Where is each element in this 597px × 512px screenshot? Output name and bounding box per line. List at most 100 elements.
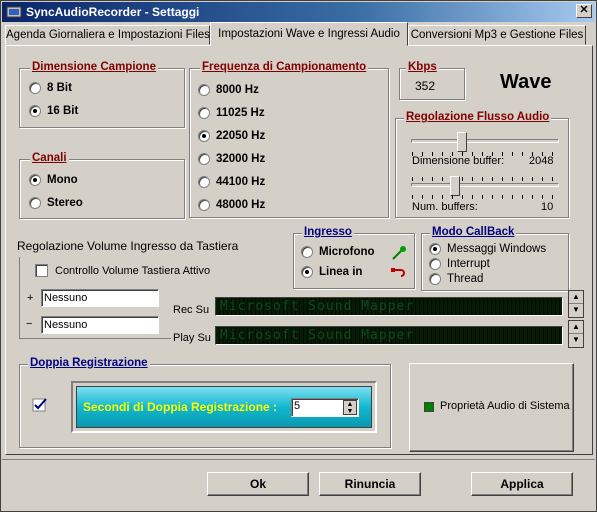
legend-callback: Modo CallBack	[430, 226, 517, 238]
radio-8000hz[interactable]: 8000 Hz	[198, 84, 259, 96]
radio-44100hz[interactable]: 44100 Hz	[198, 176, 265, 188]
radio-button[interactable]	[29, 197, 41, 209]
buffer-size-value: 2048	[529, 155, 554, 167]
apply-button[interactable]: Applica	[471, 472, 573, 496]
radio-linea-in[interactable]: Linea in	[301, 266, 362, 278]
app-icon	[6, 6, 22, 18]
play-device-spinner[interactable]: ▲ ▼	[568, 320, 584, 348]
radio-label: Interrupt	[447, 258, 490, 270]
volume-keyboard-checkbox[interactable]	[35, 264, 48, 277]
radio-48000hz[interactable]: 48000 Hz	[198, 199, 265, 211]
radio-mono[interactable]: Mono	[29, 174, 78, 186]
radio-16bit[interactable]: 16 Bit	[29, 105, 78, 117]
radio-32000hz[interactable]: 32000 Hz	[198, 153, 265, 165]
tab-conversioni-mp3[interactable]: Conversioni Mp3 e Gestione Files	[408, 25, 586, 45]
play-device-label: Play Su	[173, 332, 211, 344]
radio-button[interactable]	[198, 176, 210, 188]
rec-device-spinner[interactable]: ▲ ▼	[568, 290, 584, 318]
radio-label: Stereo	[47, 197, 83, 209]
radio-thread[interactable]: Thread	[429, 273, 483, 285]
radio-label: Messaggi Windows	[447, 243, 547, 255]
rec-device-up-arrow-icon[interactable]: ▲	[569, 291, 583, 304]
num-buffers-slider-thumb[interactable]	[450, 176, 460, 196]
radio-label: 22050 Hz	[216, 130, 266, 142]
radio-button[interactable]	[29, 174, 41, 186]
radio-button[interactable]	[29, 82, 41, 94]
tab-agenda[interactable]: Agenda Giornaliera e Impostazioni Files	[5, 25, 210, 45]
radio-stereo[interactable]: Stereo	[29, 197, 83, 209]
radio-label: Linea in	[319, 266, 363, 278]
volume-plus-key-field[interactable]: Nessuno	[41, 289, 159, 307]
num-buffers-slider-track[interactable]	[411, 183, 559, 187]
radio-button[interactable]	[29, 105, 41, 117]
radio-8bit[interactable]: 8 Bit	[29, 82, 72, 94]
radio-button[interactable]	[198, 107, 210, 119]
num-buffers-value: 10	[541, 201, 554, 213]
kbps-value: 352	[415, 79, 436, 93]
radio-button[interactable]	[198, 199, 210, 211]
legend-flusso-audio: Regolazione Flusso Audio	[404, 111, 552, 123]
rec-device-down-arrow-icon[interactable]: ▼	[569, 304, 583, 317]
radio-label: 8 Bit	[47, 82, 72, 94]
system-audio-properties-button[interactable]: Proprietà Audio di Sistema	[409, 363, 574, 452]
ok-button[interactable]: Ok	[207, 472, 309, 496]
legend-dimensione-campione: Dimensione Campione	[30, 61, 158, 73]
cancel-button[interactable]: Rinuncia	[319, 472, 421, 496]
doppia-seconds-spin-icon[interactable]: ▲ ▼	[343, 400, 357, 415]
volume-keyboard-checkbox-label: Controllo Volume Tastiera Attivo	[55, 265, 211, 277]
doppia-seconds-label: Secondi di Doppia Registrazione :	[83, 400, 278, 414]
radio-messaggi-windows[interactable]: Messaggi Windows	[429, 243, 546, 255]
buffer-slider-track[interactable]	[411, 139, 559, 143]
group-canali: Canali	[19, 152, 185, 219]
group-ingresso: Ingresso	[293, 226, 415, 289]
play-device-up-arrow-icon[interactable]: ▲	[569, 321, 583, 334]
num-buffers-label: Num. buffers:	[412, 201, 478, 213]
radio-button[interactable]	[301, 246, 313, 258]
play-device-display: Microsoft Sound Mapper	[215, 326, 563, 345]
doppia-seconds-field[interactable]: 5 ▲ ▼	[291, 398, 359, 417]
radio-microfono[interactable]: Microfono	[301, 246, 375, 258]
num-slider-ticks-bottom	[412, 195, 560, 199]
num-slider-ticks-top	[412, 177, 560, 181]
radio-22050hz[interactable]: 22050 Hz	[198, 130, 265, 142]
system-audio-properties-label: Proprietà Audio di Sistema	[440, 400, 570, 412]
line-in-icon	[391, 268, 405, 277]
radio-button[interactable]	[429, 273, 441, 285]
volume-section-title: Regolazione Volume Ingresso da Tastiera	[17, 239, 239, 253]
doppia-checkbox-icon[interactable]	[32, 398, 48, 412]
radio-label: 8000 Hz	[216, 84, 259, 96]
settings-window: SyncAudioRecorder - Settaggi ✕ Agenda Gi…	[0, 0, 597, 512]
radio-interrupt[interactable]: Interrupt	[429, 258, 490, 270]
radio-11025hz[interactable]: 11025 Hz	[198, 107, 265, 119]
group-dimensione-campione: Dimensione Campione	[19, 61, 185, 128]
buffer-size-label: Dimensione buffer:	[412, 155, 505, 167]
legend-canali: Canali	[30, 152, 69, 164]
title-bar[interactable]: SyncAudioRecorder - Settaggi ✕	[2, 2, 595, 22]
radio-label: 32000 Hz	[216, 153, 266, 165]
radio-label: Mono	[47, 174, 78, 186]
close-button[interactable]: ✕	[576, 4, 592, 18]
radio-button[interactable]	[198, 130, 210, 142]
legend-ingresso: Ingresso	[302, 226, 354, 238]
volume-minus-key-field[interactable]: Nessuno	[41, 316, 159, 334]
volume-minus-label: −	[26, 318, 33, 330]
radio-label: Microfono	[319, 246, 375, 258]
play-device-down-arrow-icon[interactable]: ▼	[569, 334, 583, 347]
radio-button[interactable]	[198, 84, 210, 96]
status-led-icon	[424, 402, 434, 412]
microphone-icon	[392, 246, 406, 260]
doppia-seconds-value: 5	[294, 400, 301, 412]
buffer-slider-thumb[interactable]	[457, 132, 467, 152]
tab-wave-ingressi[interactable]: Impostazioni Wave e Ingressi Audio	[210, 22, 408, 46]
window-title: SyncAudioRecorder - Settaggi	[26, 5, 200, 19]
rec-device-display: Microsoft Sound Mapper	[215, 297, 563, 316]
volume-plus-label: +	[27, 292, 34, 304]
radio-button[interactable]	[301, 266, 313, 278]
rec-device-label: Rec Su	[173, 304, 210, 316]
radio-label: 16 Bit	[47, 105, 79, 117]
radio-button[interactable]	[198, 153, 210, 165]
radio-button[interactable]	[429, 243, 441, 255]
format-label: Wave	[500, 71, 552, 93]
radio-button[interactable]	[429, 258, 441, 270]
radio-label: Thread	[447, 273, 484, 285]
